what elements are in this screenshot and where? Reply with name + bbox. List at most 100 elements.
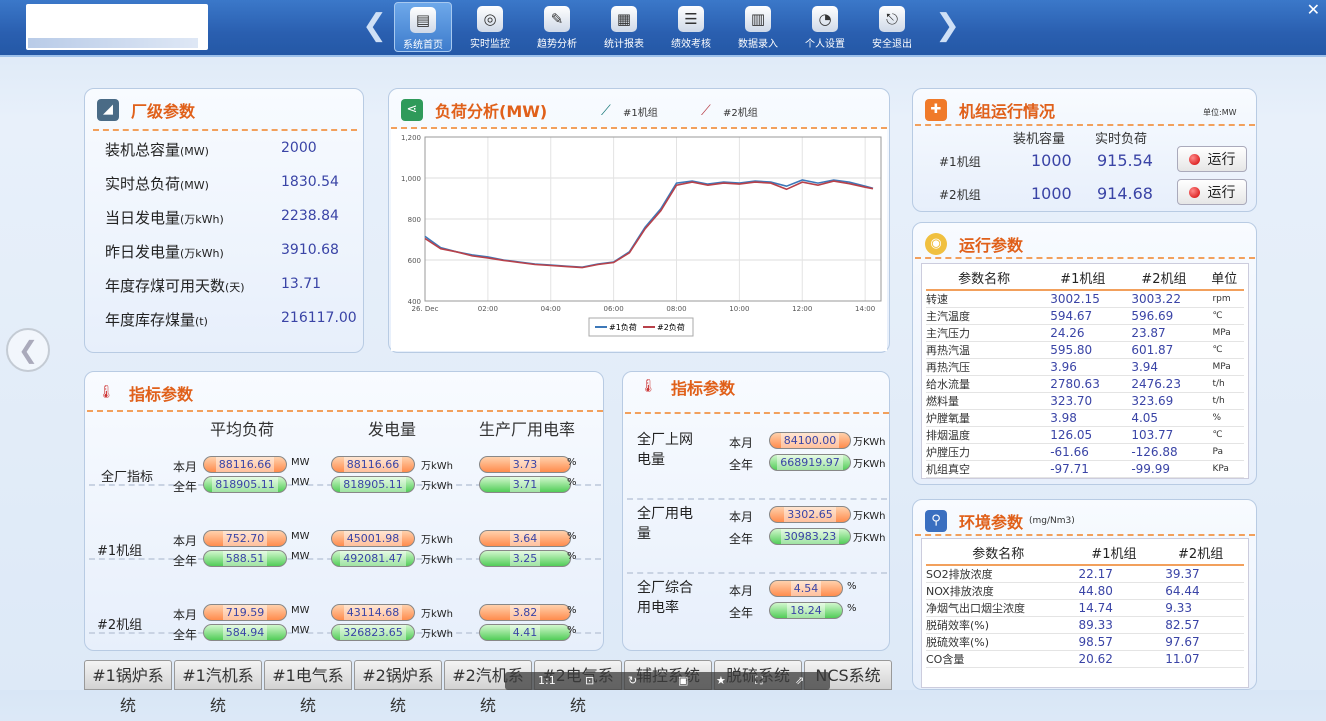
table-header-cell: 单位	[1211, 272, 1238, 287]
col-plant-use-rate: 生产厂用电率	[479, 420, 576, 439]
table-cell: 3003.22	[1131, 292, 1181, 306]
unit-name: #1机组	[939, 155, 981, 169]
table-cell: 2780.63	[1050, 377, 1100, 391]
pill-unit: 万KWh	[853, 459, 886, 470]
nav-prev-arrow-icon[interactable]: ❮	[362, 8, 387, 43]
table-cell: 601.87	[1131, 343, 1174, 357]
plant-param-label: 实时总负荷(MW)	[105, 173, 209, 194]
x-tick-label: 02:00	[478, 305, 498, 313]
tab-system[interactable]: #1电气系统	[264, 660, 352, 715]
status-light-icon	[1188, 153, 1200, 165]
table-header-cell: #1机组	[1060, 272, 1106, 287]
monitor-icon: ◎	[477, 6, 503, 32]
nav-label: 安全退出	[872, 39, 912, 50]
plant-param-label: 昨日发电量(万kWh)	[105, 241, 224, 262]
thermometer-icon: 🌡	[97, 385, 115, 400]
nav-report[interactable]: ▦ 统计报表	[595, 2, 653, 52]
y-tick-label: 800	[408, 216, 421, 224]
logo-subtitle-blurred	[28, 38, 198, 48]
run-state-label: 运行	[1207, 152, 1236, 168]
month-label: 本月	[729, 584, 754, 598]
run-state-label: 运行	[1207, 185, 1236, 201]
param-unit: (MW)	[180, 145, 209, 158]
data-entry-icon: ▥	[745, 6, 771, 32]
nav-home[interactable]: ▤ 系统首页	[394, 2, 452, 52]
back-circle-icon[interactable]: ❮	[6, 328, 50, 372]
year-label: 全年	[173, 480, 198, 494]
pill-unit: %	[567, 477, 577, 488]
unit-capacity: 1000	[1031, 151, 1072, 170]
month-label: 本月	[729, 436, 754, 450]
share-out-icon[interactable]: ⇗	[795, 674, 804, 687]
tab-system[interactable]: #1锅炉系统	[84, 660, 172, 715]
nav-settings[interactable]: ◔ 个人设置	[796, 2, 854, 52]
year-value-pill: 668919.97	[769, 454, 851, 471]
unit-note: 单位:MW	[1203, 108, 1237, 117]
fit-screen-icon[interactable]: ⊡	[585, 674, 594, 687]
target-icon: ◉	[925, 233, 947, 255]
unit-run-status-button[interactable]: 运行	[1177, 146, 1247, 172]
bottom-legend-label-1: #1负荷	[609, 322, 637, 332]
table-cell: Pa	[1212, 447, 1223, 457]
pill-value: 88116.66	[343, 457, 403, 472]
table-cell: ℃	[1212, 311, 1223, 321]
year-value-pill: 3.25	[479, 550, 571, 567]
tab-system[interactable]: #2锅炉系统	[354, 660, 442, 715]
tab-system[interactable]: #1汽机系统	[174, 660, 262, 715]
ops-table: 参数名称 #1机组 #2机组 单位 转速 3002.15 3003.22 rpm 主汽温度 594…	[926, 266, 1244, 478]
index-params-title-2: 指标参数	[671, 379, 736, 398]
crop-icon[interactable]: ⛶	[755, 674, 763, 688]
pill-value: 668919.97	[777, 455, 843, 470]
index-row-label: #2机组	[97, 618, 143, 633]
location-pin-icon: ⚲	[925, 510, 947, 532]
table-cell: 再热汽压	[926, 361, 970, 374]
unit-run-status-button[interactable]: 运行	[1177, 179, 1247, 205]
close-icon[interactable]: ✕	[1307, 0, 1320, 19]
rotate-icon[interactable]: ↻	[628, 674, 637, 687]
index2-row-label: 全厂综合用电率	[637, 580, 693, 616]
table-cell: 39.37	[1165, 567, 1200, 581]
row-divider	[627, 498, 887, 500]
table-cell: 排烟温度	[926, 429, 970, 442]
pill-value: 88116.66	[215, 457, 275, 472]
top-navigation-bar: ❮ ▤ 系统首页 ◎ 实时监控 ✎ 趋势分析 ▦ 统计报表 ☰ 绩效考核 ▥ 数据录入 ◔ 个人设置 ⎋ 安全…	[0, 0, 1326, 57]
nav-data-entry[interactable]: ▥ 数据录入	[729, 2, 787, 52]
save-icon[interactable]: ▣	[678, 674, 688, 687]
col-realtime-load: 实时负荷	[1095, 132, 1148, 147]
param-unit: (万kWh)	[180, 247, 224, 260]
actual-size-icon[interactable]: 1:1	[538, 674, 556, 687]
table-cell: 炉膛氧量	[926, 412, 970, 425]
x-tick-label: 06:00	[604, 305, 624, 313]
param-unit: (天)	[225, 281, 245, 294]
table-cell: 20.62	[1078, 652, 1113, 666]
nav-trend[interactable]: ✎ 趋势分析	[528, 2, 586, 52]
favorite-icon[interactable]: ★	[716, 674, 726, 687]
env-table-box: 参数名称 #1机组 #2机组 SO2排放浓度 22.17 39.37 NOX排放浓度 44.8…	[921, 538, 1249, 688]
table-header-cell: #2机组	[1141, 272, 1187, 287]
pill-unit: %	[567, 531, 577, 542]
thermometer-icon: 🌡	[639, 379, 657, 394]
table-row: 净烟气出口烟尘浓度 14.74 9.33	[926, 600, 1244, 617]
nav-next-arrow-icon[interactable]: ❯	[935, 8, 960, 43]
unit-status-header: ✚ 机组运行情况	[925, 97, 1055, 123]
pill-unit: %	[567, 605, 577, 616]
divider	[915, 124, 1255, 126]
pill-unit: 万kWh	[421, 461, 454, 472]
table-cell: KPa	[1212, 464, 1229, 474]
logout-icon: ⎋	[879, 6, 905, 32]
pill-value: 3.25	[509, 551, 541, 566]
x-tick-label: 26. Dec	[412, 305, 439, 313]
nav-monitor[interactable]: ◎ 实时监控	[461, 2, 519, 52]
plant-param-label: 装机总容量(MW)	[105, 139, 209, 160]
pill-unit: 万KWh	[853, 437, 886, 448]
plant-param-value: 216117.00	[281, 310, 357, 326]
param-name: 昨日发电量	[105, 243, 181, 261]
y-tick-label: 1,000	[401, 175, 421, 183]
year-value-pill: 588.51	[203, 550, 287, 567]
nav-assess[interactable]: ☰ 绩效考核	[662, 2, 720, 52]
table-cell: 3.98	[1050, 411, 1077, 425]
nav-logout[interactable]: ⎋ 安全退出	[863, 2, 921, 52]
nav-label: 绩效考核	[671, 39, 711, 50]
table-row: 转速 3002.15 3003.22 rpm	[926, 290, 1244, 308]
divider	[915, 257, 1255, 259]
